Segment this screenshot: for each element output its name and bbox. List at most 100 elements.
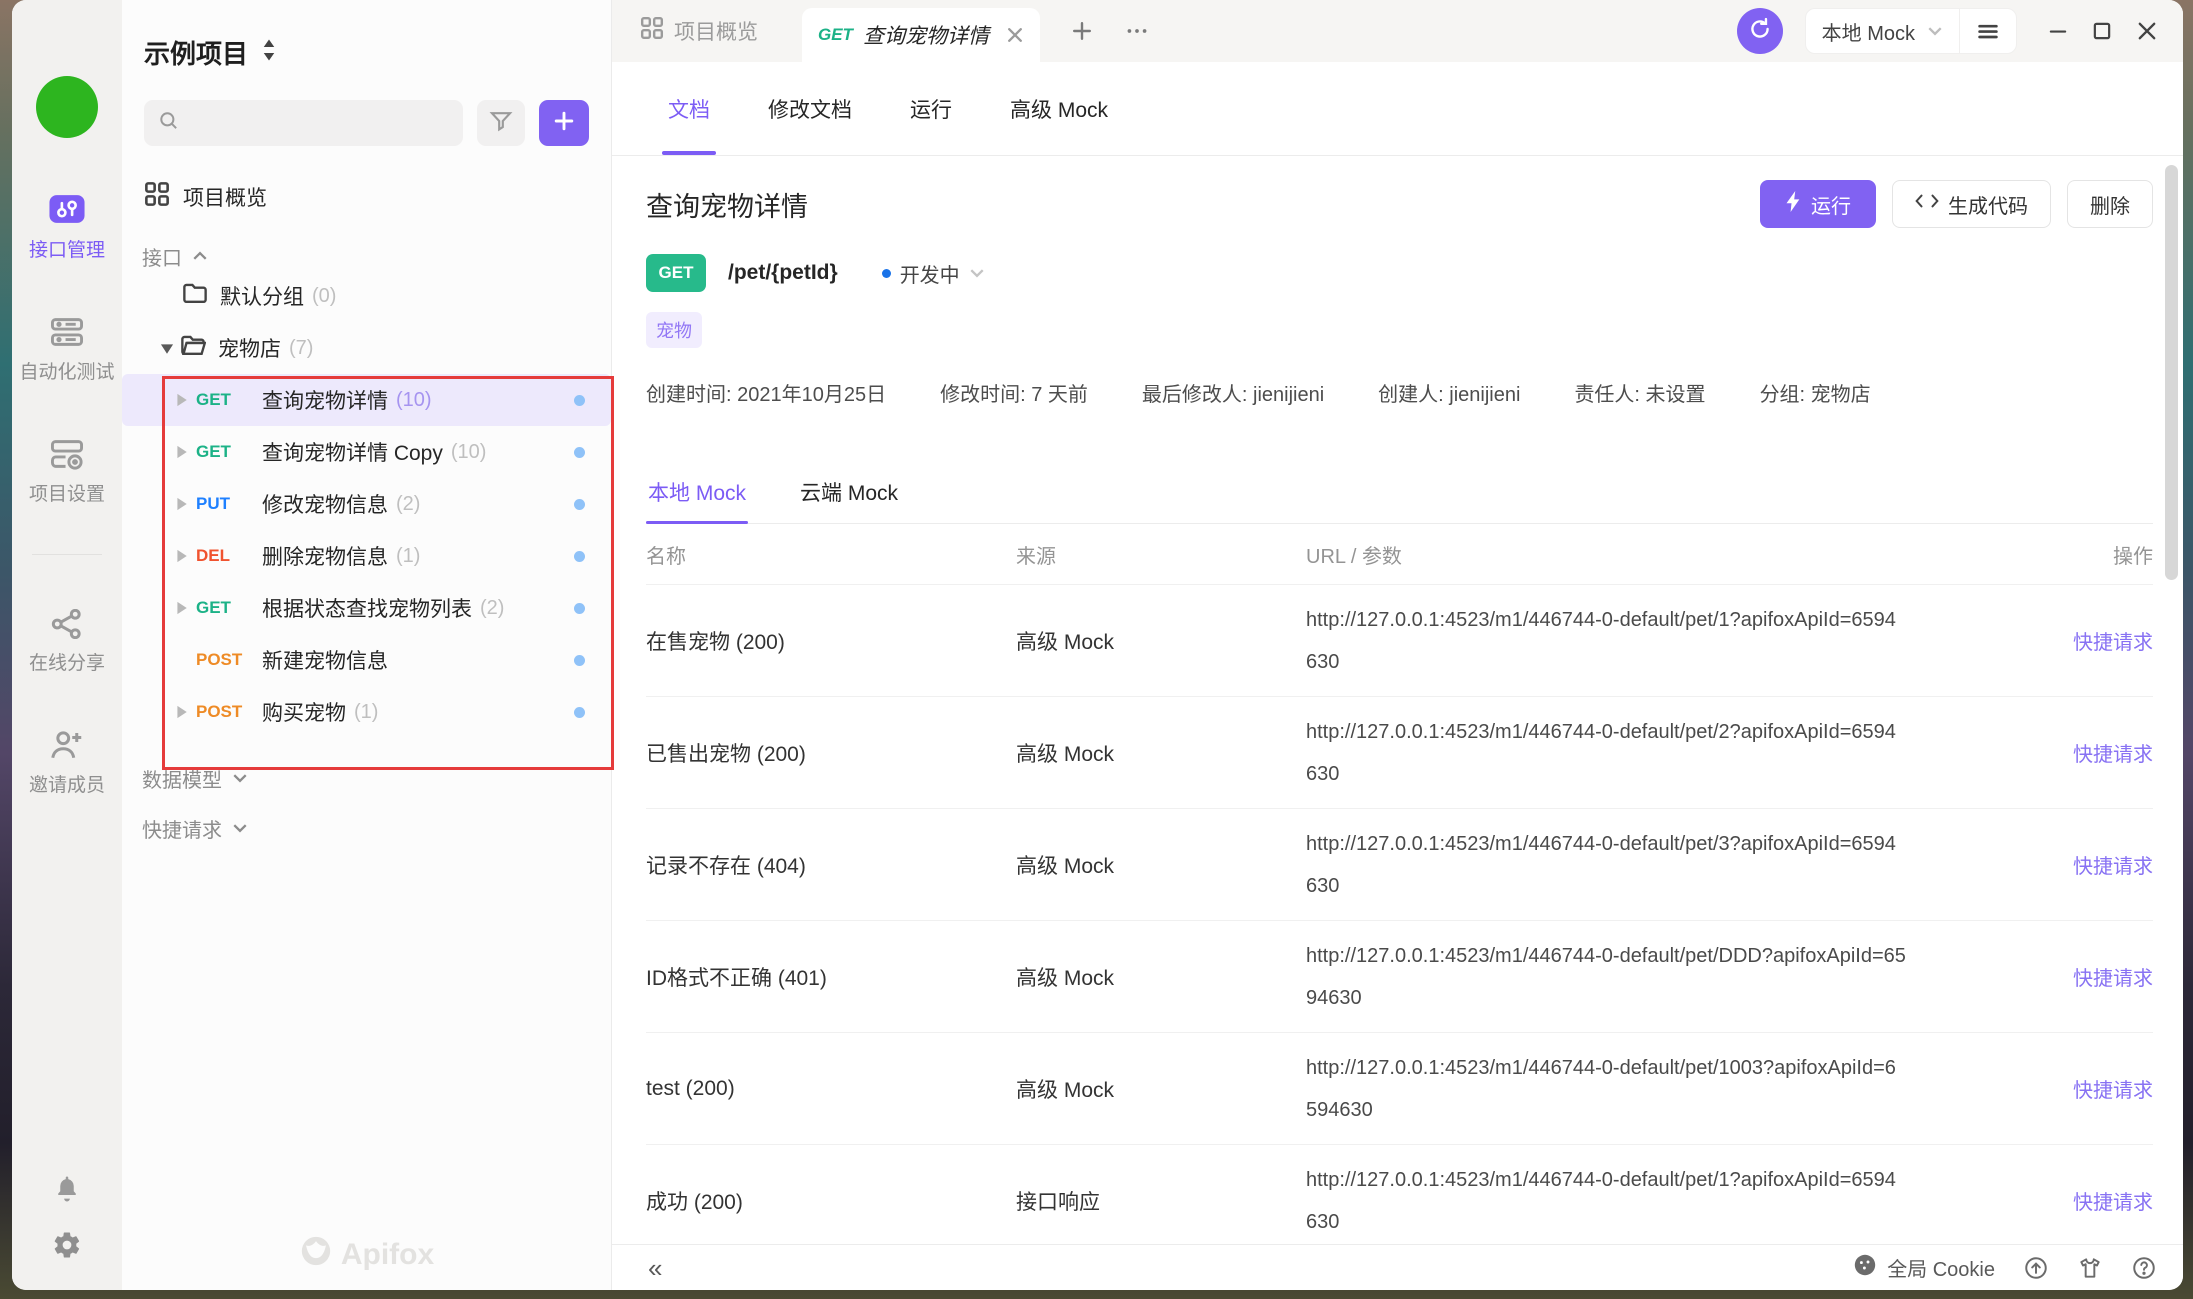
tab-cloud-mock[interactable]: 云端 Mock <box>798 467 900 523</box>
section-data-models[interactable]: 数据模型 <box>122 764 611 792</box>
folder-default-group[interactable]: 默认分组 (0) <box>122 270 611 322</box>
api-name: 删除宠物信息 <box>262 541 388 571</box>
caret-right-icon[interactable] <box>168 549 194 563</box>
quick-request-link[interactable]: 快捷请求 <box>2073 1192 2153 1214</box>
search-box[interactable] <box>144 100 463 146</box>
delete-button[interactable]: 删除 <box>2067 180 2153 228</box>
doc-content: 查询宠物详情 运行 生成代码 <box>612 156 2183 1244</box>
maximize-icon[interactable] <box>2091 20 2113 42</box>
help-icon[interactable] <box>2131 1255 2157 1281</box>
rail-item-online-share[interactable]: 在线分享 <box>29 609 105 675</box>
mock-name: 在售宠物 (200) <box>646 626 1016 656</box>
project-title[interactable]: 示例项目 <box>144 34 248 71</box>
caret-right-icon[interactable] <box>168 705 194 719</box>
mock-url: http://127.0.0.1:4523/m1/446744-0-defaul… <box>1306 823 1946 907</box>
caret-right-icon[interactable] <box>168 445 194 459</box>
minimize-icon[interactable] <box>2047 20 2069 42</box>
case-count: (2) <box>480 597 504 620</box>
more-tabs-icon[interactable] <box>1124 19 1150 43</box>
quick-request-link[interactable]: 快捷请求 <box>2073 632 2153 654</box>
bottom-bar: « 全局 Cookie <box>612 1244 2183 1290</box>
rail-item-automated-test[interactable]: 自动化测试 <box>19 316 114 384</box>
status-dot <box>574 395 585 406</box>
watermark-text: Apifox <box>341 1238 434 1272</box>
apifox-window: 接口管理 自动化测试 项目设置 在线分享 <box>12 0 2183 1290</box>
run-button[interactable]: 运行 <box>1760 180 1876 228</box>
new-tab-button[interactable] <box>1070 19 1094 43</box>
filter-button[interactable] <box>477 100 525 146</box>
status-dot <box>574 551 585 562</box>
api-tree-item[interactable]: GET 查询宠物详情 Copy (10) <box>122 426 611 478</box>
close-window-icon[interactable] <box>2135 19 2159 43</box>
tab-local-mock[interactable]: 本地 Mock <box>646 467 748 523</box>
caret-right-icon[interactable] <box>168 497 194 511</box>
sidebar-item-project-overview[interactable]: 项目概览 <box>122 180 611 214</box>
caret-right-icon[interactable] <box>168 393 194 407</box>
api-tree-item[interactable]: GET 查询宠物详情 (10) <box>122 374 611 426</box>
meta-creator: 创建人: jienijieni <box>1378 378 1520 407</box>
method-badge: POST <box>196 702 256 722</box>
settings-gear-icon[interactable] <box>52 1230 82 1260</box>
status-dot <box>574 707 585 718</box>
tab-edit-doc[interactable]: 修改文档 <box>768 62 852 155</box>
theme-tshirt-icon[interactable] <box>2077 1255 2103 1281</box>
tab-label: 项目概览 <box>674 16 758 46</box>
section-label: 快捷请求 <box>142 814 222 843</box>
close-tab-icon[interactable] <box>1006 26 1024 44</box>
tab-method: GET <box>818 25 853 45</box>
tab-strip: 项目概览 GET 查询宠物详情 <box>612 0 2183 62</box>
rail-item-api-management[interactable]: 接口管理 <box>29 192 105 262</box>
global-cookie-button[interactable]: 全局 Cookie <box>1853 1253 1995 1283</box>
tab-doc[interactable]: 文档 <box>668 62 710 155</box>
api-name: 修改宠物信息 <box>262 489 388 519</box>
api-tag[interactable]: 宠物 <box>646 312 702 348</box>
tab-project-overview[interactable]: 项目概览 <box>640 16 758 46</box>
sync-button[interactable] <box>1737 8 1783 54</box>
notifications-bell-icon[interactable] <box>52 1174 82 1204</box>
caret-right-icon[interactable] <box>168 601 194 615</box>
method-badge: PUT <box>196 494 256 514</box>
tab-run[interactable]: 运行 <box>910 62 952 155</box>
api-tree-item[interactable]: POST 购买宠物 (1) <box>122 686 611 738</box>
section-quick-request[interactable]: 快捷请求 <box>122 814 611 842</box>
folder-pet-store[interactable]: 宠物店 (7) <box>122 322 611 374</box>
caret-down-icon[interactable] <box>154 343 180 354</box>
tab-advanced-mock[interactable]: 高级 Mock <box>1010 62 1108 155</box>
person-plus-icon <box>49 729 85 761</box>
project-switch-icon[interactable] <box>260 38 278 67</box>
meta-owner: 责任人: 未设置 <box>1574 378 1705 407</box>
case-count: (10) <box>451 441 487 464</box>
quick-request-link[interactable]: 快捷请求 <box>2073 1080 2153 1102</box>
method-badge: GET <box>196 598 256 618</box>
quick-request-link[interactable]: 快捷请求 <box>2073 856 2153 878</box>
api-tree-item[interactable]: POST 新建宠物信息 <box>122 634 611 686</box>
avatar[interactable] <box>36 76 98 138</box>
method-badge: GET <box>646 254 706 292</box>
api-tree-item[interactable]: DEL 删除宠物信息 (1) <box>122 530 611 582</box>
vertical-scrollbar[interactable] <box>2165 165 2178 580</box>
api-path: /pet/{petId} <box>728 261 838 285</box>
generate-code-button[interactable]: 生成代码 <box>1892 180 2051 228</box>
menu-hamburger-icon[interactable] <box>1960 19 2016 43</box>
api-tree-item[interactable]: PUT 修改宠物信息 (2) <box>122 478 611 530</box>
tab-active-api-doc[interactable]: GET 查询宠物详情 <box>802 8 1040 62</box>
upgrade-arrow-icon[interactable] <box>2023 1255 2049 1281</box>
mock-source: 高级 Mock <box>1016 962 1306 992</box>
mock-table-row: ID格式不正确 (401) 高级 Mock http://127.0.0.1:4… <box>646 920 2153 1032</box>
meta-created: 创建时间: 2021年10月25日 <box>646 378 886 407</box>
search-input[interactable] <box>188 112 449 134</box>
cookie-icon <box>1853 1253 1877 1283</box>
environment-select[interactable]: 本地 Mock <box>1806 17 1959 46</box>
add-button[interactable] <box>539 100 589 146</box>
collapse-sidebar-icon[interactable]: « <box>648 1255 662 1281</box>
rail-item-label: 邀请成员 <box>29 770 105 797</box>
status-select[interactable]: 开发中 <box>882 259 985 288</box>
desktop-wallpaper: 接口管理 自动化测试 项目设置 在线分享 <box>0 0 2193 1299</box>
rail-item-invite-member[interactable]: 邀请成员 <box>29 729 105 797</box>
section-api-header[interactable]: 接口 <box>122 242 611 270</box>
rail-item-project-settings[interactable]: 项目设置 <box>29 438 105 506</box>
api-tree-item[interactable]: GET 根据状态查找宠物列表 (2) <box>122 582 611 634</box>
quick-request-link[interactable]: 快捷请求 <box>2073 968 2153 990</box>
quick-request-link[interactable]: 快捷请求 <box>2073 744 2153 766</box>
chevron-down-icon <box>1927 20 1943 43</box>
